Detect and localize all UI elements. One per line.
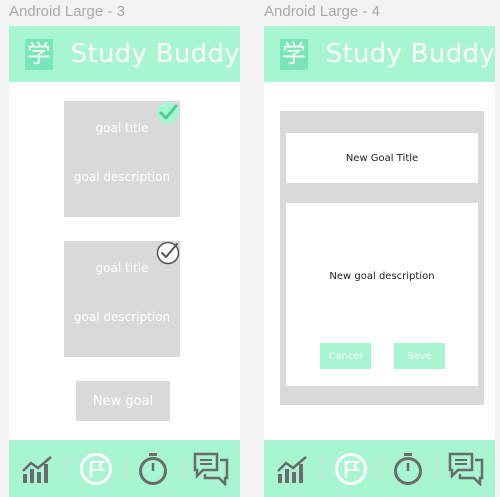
goal-description: goal description [73, 170, 171, 184]
stats-chart-icon[interactable] [275, 451, 311, 487]
cancel-button[interactable]: Cancel [320, 343, 371, 369]
logo-char: 学 [281, 40, 306, 68]
save-button[interactable]: Save [394, 343, 445, 369]
nav-divider [181, 455, 183, 482]
stats-chart-icon[interactable] [20, 451, 56, 487]
android-frame-new-goal: 学 Study Buddy New Goal Title New goal de… [264, 26, 495, 497]
nav-divider [123, 455, 125, 482]
bottom-nav [264, 440, 495, 497]
nav-divider [66, 455, 68, 482]
goal-description-input[interactable]: New goal description Cancel Save [286, 203, 478, 386]
app-header: 学 Study Buddy [9, 26, 240, 82]
goal-card[interactable]: goal title goal description [64, 241, 180, 357]
frame-label-4: Android Large - 4 [264, 3, 380, 20]
stopwatch-icon[interactable] [390, 451, 426, 487]
goal-card[interactable]: goal title goal description [64, 101, 180, 217]
nav-divider [436, 455, 438, 482]
chat-icon[interactable] [448, 451, 484, 487]
app-title: Study Buddy [325, 39, 495, 69]
app-logo: 学 [25, 38, 53, 70]
logo-char: 学 [26, 40, 51, 68]
goal-description-placeholder: New goal description [329, 271, 435, 282]
flag-icon[interactable] [78, 451, 114, 487]
goal-title-input[interactable]: New Goal Title [286, 133, 478, 183]
app-logo: 学 [280, 38, 308, 70]
stopwatch-icon[interactable] [135, 451, 171, 487]
android-frame-goals-list: 学 Study Buddy goal title goal descriptio… [9, 26, 240, 497]
checkmark-done-icon[interactable] [155, 100, 181, 126]
new-goal-dialog: New Goal Title New goal description Canc… [280, 111, 484, 405]
flag-icon[interactable] [333, 451, 369, 487]
chat-icon[interactable] [193, 451, 229, 487]
app-title: Study Buddy [70, 39, 240, 69]
bottom-nav [9, 440, 240, 497]
nav-divider [378, 455, 380, 482]
goal-description: goal description [73, 310, 171, 324]
app-header: 学 Study Buddy [264, 26, 495, 82]
frame-label-3: Android Large - 3 [9, 3, 125, 20]
new-goal-button[interactable]: New goal [76, 381, 170, 421]
checkmark-pending-icon[interactable] [155, 240, 181, 266]
nav-divider [321, 455, 323, 482]
